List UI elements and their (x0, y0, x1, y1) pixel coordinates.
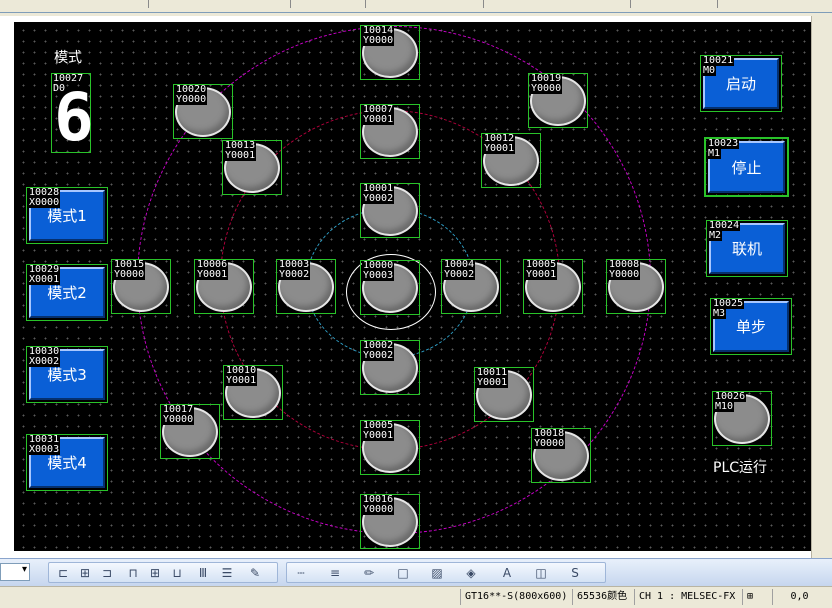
button-device: X0001 (28, 274, 61, 285)
lamp-device: Y0000 (113, 269, 146, 280)
lamp-device: Y0000 (175, 94, 208, 105)
lamp[interactable]: 10004 Y0002 (441, 259, 501, 314)
lamp-device: Y0001 (224, 150, 257, 161)
lamp[interactable]: 10003 Y0002 (276, 259, 336, 314)
lamp-device: Y0001 (476, 377, 509, 388)
hmi-screen[interactable]: 模式 10027 D0 6 10014 Y0000 10007 Y0001 1000… (14, 22, 811, 551)
status-model: GT16**-S(800x600) (460, 589, 572, 605)
pattern-icon[interactable]: ▨ (429, 566, 445, 580)
align-group: ⊏ ⊞ ⊐ ⊓ ⊞ ⊔ Ⅲ ☰ ✎ (48, 562, 278, 583)
lamp-device: Y0003 (362, 270, 395, 281)
lamp-device: Y0000 (608, 269, 641, 280)
distribute-h-icon[interactable]: Ⅲ (195, 566, 211, 580)
lamp-device: Y0001 (225, 375, 258, 386)
fill-color-icon[interactable]: ◈ (463, 566, 479, 580)
button-device: M1 (707, 148, 722, 159)
lamp[interactable]: 10006 Y0001 (194, 259, 254, 314)
button-device: X0000 (28, 197, 61, 208)
lamp[interactable]: 10000 Y0003 (360, 260, 420, 315)
lamp-device: Y0000 (362, 35, 395, 46)
text-style-icon[interactable]: ◫ (533, 566, 549, 580)
lamp[interactable]: 10016 Y0000 (360, 494, 420, 549)
lamp-device: Y0001 (483, 143, 516, 154)
lamp-device: Y0000 (362, 504, 395, 515)
status-coords: 0,0 (772, 589, 822, 605)
status-channel: CH 1 : MELSEC-FX (634, 589, 742, 605)
button-device: X0003 (28, 444, 61, 455)
button-device: X0002 (28, 356, 61, 367)
format-icon[interactable]: ✎ (247, 566, 263, 580)
mode3-button[interactable]: 10030 X0002 模式3 (26, 346, 108, 403)
lamp-device: Y0001 (196, 269, 229, 280)
lamp[interactable]: 10011 Y0001 (474, 367, 534, 422)
line-style-icon[interactable]: ┄ (293, 566, 309, 580)
status-bar: GT16**-S(800x600) 65536颜色 CH 1 : MELSEC-… (0, 586, 832, 608)
lamp-device: Y0000 (530, 83, 563, 94)
vertical-scrollbar[interactable] (811, 16, 832, 558)
lamp[interactable]: 10002 Y0002 (360, 340, 420, 395)
align-center-icon[interactable]: ⊞ (77, 566, 93, 580)
mode4-button[interactable]: 10031 X0003 模式4 (26, 434, 108, 491)
lamp-device: Y0002 (362, 193, 395, 204)
strikethrough-icon[interactable]: S (567, 566, 583, 580)
button-device: M3 (712, 308, 727, 319)
mode-digit-display[interactable]: 10027 D0 6 (51, 73, 94, 156)
button-device: M2 (708, 230, 723, 241)
align-bottom-icon[interactable]: ⊔ (169, 566, 185, 580)
lamp-device: Y0000 (533, 438, 566, 449)
style-group: ┄ ≡ ✏ □ ▨ ◈ A ◫ S (286, 562, 606, 583)
align-top-icon[interactable]: ⊓ (125, 566, 141, 580)
lamp[interactable]: 10017 Y0000 (160, 404, 220, 459)
lamp[interactable]: 10014 Y0000 (360, 25, 420, 80)
lamp[interactable]: 10005 Y0001 (523, 259, 583, 314)
online-button[interactable]: 10024 M2 联机 (706, 220, 788, 277)
lamp-device: Y0001 (525, 269, 558, 280)
digit-value: 6 (54, 79, 94, 156)
lamp-device: Y0002 (443, 269, 476, 280)
grid-icon: ⊞ (742, 589, 772, 605)
start-button[interactable]: 10021 M0 启动 (700, 55, 782, 112)
status-colors: 65536颜色 (572, 589, 634, 605)
lamp-device: Y0001 (362, 114, 395, 125)
lamp-device: Y0000 (162, 414, 195, 425)
lamp-device: Y0001 (362, 430, 395, 441)
lamp[interactable]: 10018 Y0000 (531, 428, 591, 483)
lamp[interactable]: 10013 Y0001 (222, 140, 282, 195)
lamp-device: Y0002 (362, 350, 395, 361)
plc-run-label: PLC运行 (713, 460, 768, 476)
align-left-icon[interactable]: ⊏ (55, 566, 71, 580)
lamp[interactable]: 10012 Y0001 (481, 133, 541, 188)
text-color-icon[interactable]: A (499, 566, 515, 580)
line-width-icon[interactable]: ≡ (327, 566, 343, 580)
drawing-toolbar: ▾ ⊏ ⊞ ⊐ ⊓ ⊞ ⊔ Ⅲ ☰ ✎ ┄ ≡ ✏ □ ▨ ◈ A ◫ S (0, 558, 832, 586)
lamp[interactable]: 10005 Y0001 (360, 420, 420, 475)
mode-label: 模式 (54, 50, 82, 66)
size-combo[interactable]: ▾ (0, 563, 30, 581)
mode2-button[interactable]: 10029 X0001 模式2 (26, 264, 108, 321)
stop-button[interactable]: 10023 M1 停止 (704, 137, 789, 197)
lamp[interactable]: 10019 Y0000 (528, 73, 588, 128)
mode1-button[interactable]: 10028 X0000 模式1 (26, 187, 108, 244)
top-ruler (0, 0, 832, 16)
lamp[interactable]: 10020 Y0000 (173, 84, 233, 139)
lamp[interactable]: 10008 Y0000 (606, 259, 666, 314)
lamp-device: Y0002 (278, 269, 311, 280)
align-right-icon[interactable]: ⊐ (99, 566, 115, 580)
distribute-v-icon[interactable]: ☰ (219, 566, 235, 580)
lamp[interactable]: 10015 Y0000 (111, 259, 171, 314)
plc-run-lamp[interactable]: 10026 M10 (712, 391, 772, 446)
single-step-button[interactable]: 10025 M3 单步 (710, 298, 792, 355)
lamp[interactable]: 10010 Y0001 (223, 365, 283, 420)
button-device: M0 (702, 65, 717, 76)
lamp[interactable]: 10001 Y0002 (360, 183, 420, 238)
rectangle-icon[interactable]: □ (395, 566, 411, 580)
align-middle-icon[interactable]: ⊞ (147, 566, 163, 580)
lamp[interactable]: 10007 Y0001 (360, 104, 420, 159)
lamp-device: M10 (714, 401, 735, 412)
pen-color-icon[interactable]: ✏ (361, 566, 377, 580)
